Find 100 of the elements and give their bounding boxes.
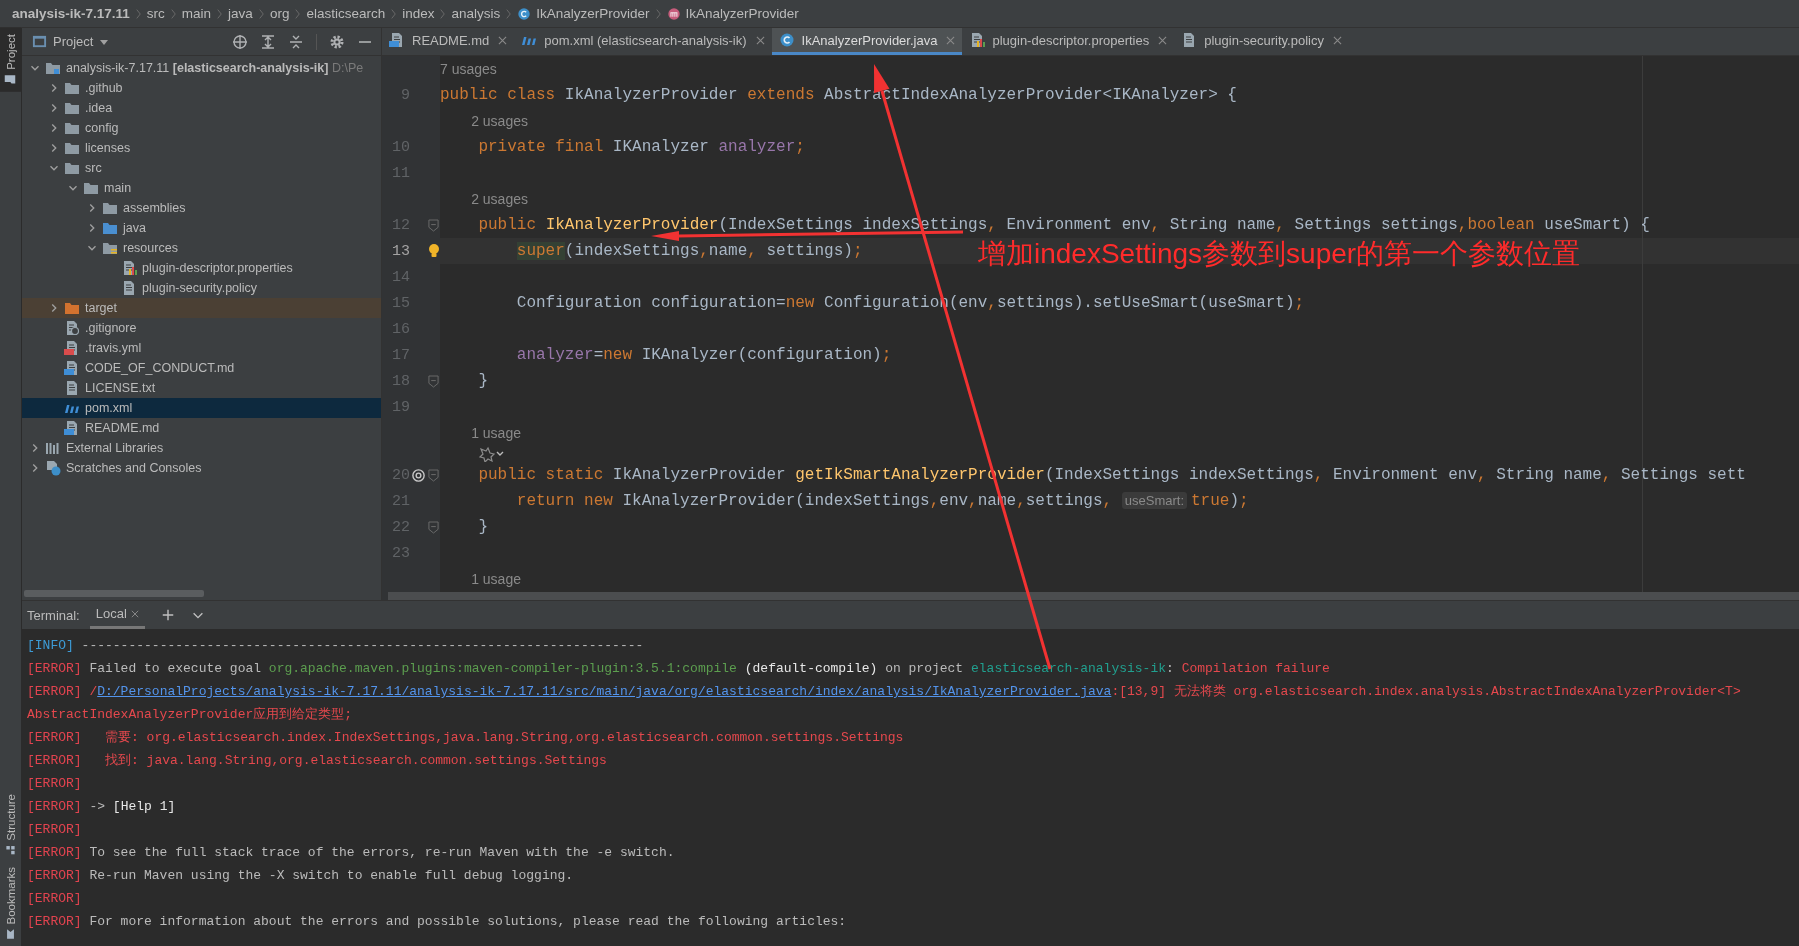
tree-item[interactable]: main [22, 178, 381, 198]
editor-tab[interactable]: plugin-security.policy [1174, 28, 1349, 55]
tree-item[interactable]: CODE_OF_CONDUCT.md [22, 358, 381, 378]
code-line: } [477, 518, 488, 536]
close-icon[interactable] [498, 35, 508, 45]
breadcrumb-item[interactable]: IkAnalyzerProvider [536, 6, 650, 21]
terminal-line: [ERROR] For more information about the errors and possible solutions, please read the following articles: [27, 913, 848, 931]
terminal-line: [ERROR] 需要: org.elasticsearch.index.IndexSettings,java.lang.String,org.elasticsearch.common.settings.Settings [27, 729, 905, 747]
terminal-line: [ERROR] To see the full stack trace of the errors, re-run Maven with the -e switch. [27, 844, 676, 862]
collapse-all-icon[interactable] [288, 33, 304, 50]
fold-icon[interactable] [428, 374, 439, 388]
editor-tab[interactable]: README.md [382, 28, 515, 55]
scrollbar-thumb[interactable] [24, 590, 204, 597]
plus-icon[interactable] [160, 608, 175, 622]
folder-icon [102, 240, 118, 256]
breadcrumb-item[interactable]: index [402, 6, 435, 21]
tool-window-tab[interactable]: Bookmarks [0, 861, 21, 946]
tree-item[interactable]: licenses [22, 138, 381, 158]
breadcrumb-item[interactable]: IkAnalyzerProvider [685, 6, 799, 21]
file-icon [64, 420, 80, 436]
folder-icon [64, 100, 80, 116]
tree-item[interactable]: README.md [22, 418, 381, 438]
tool-icon [5, 844, 16, 856]
terminal-line: [ERROR] 找到: java.lang.String,org.elasticsearch.common.settings.Settings [27, 752, 608, 770]
scratch-file-icon [45, 460, 61, 476]
usage-hint[interactable]: 1 usage [440, 571, 521, 587]
folder-icon [64, 80, 80, 96]
tree-item[interactable]: .travis.yml [22, 338, 381, 358]
crosshair-icon[interactable] [232, 33, 248, 50]
tree-item[interactable]: LICENSE.txt [22, 378, 381, 398]
class-icon [517, 6, 532, 21]
terminal-line: [INFO] ------------------------------------------------------------------------ [27, 637, 645, 655]
breadcrumb-item[interactable]: elasticsearch [306, 6, 386, 21]
tree-item[interactable]: External Libraries [22, 438, 381, 458]
parameter-hint: useSmart: [1121, 492, 1187, 509]
code-line: analyzer=new IKAnalyzer(configuration); [515, 346, 892, 364]
lightbulb-icon[interactable] [427, 243, 440, 259]
tree-item[interactable]: plugin-security.policy [22, 278, 381, 298]
folder-icon [64, 140, 80, 156]
terminal-tab[interactable]: Local [89, 601, 145, 629]
close-icon[interactable] [130, 609, 139, 618]
breadcrumb-item[interactable]: analysis [451, 6, 501, 21]
class-icon [778, 32, 795, 48]
library-icon [45, 440, 61, 456]
close-icon[interactable] [1158, 35, 1168, 45]
editor-tab[interactable]: IkAnalyzerProvider.java [771, 28, 963, 55]
close-icon[interactable] [946, 35, 956, 45]
file-icon [121, 280, 137, 296]
tool-window-tab[interactable]: Project [0, 28, 21, 92]
expand-all-icon[interactable] [260, 33, 276, 50]
folder-icon [83, 180, 99, 196]
tree-item[interactable]: Scratches and Consoles [22, 458, 381, 478]
tree-item[interactable]: analysis-ik-7.17.11 [elasticsearch-analysis-ik] D:\Pe [22, 58, 381, 78]
usage-hint[interactable]: 2 usages [440, 113, 528, 129]
close-icon[interactable] [1332, 35, 1342, 45]
settings-icon[interactable] [329, 33, 345, 50]
tree-item[interactable]: java [22, 218, 381, 238]
terminal-line: AbstractIndexAnalyzerProvider应用到给定类型; [27, 706, 354, 724]
tree-item[interactable]: target [22, 298, 381, 318]
usage-hint[interactable]: 2 usages [440, 191, 528, 207]
breadcrumb-item[interactable]: src [146, 6, 165, 21]
tree-item[interactable]: .idea [22, 98, 381, 118]
breadcrumb-item[interactable]: java [228, 6, 253, 21]
tree-item[interactable]: resources [22, 238, 381, 258]
close-icon[interactable] [755, 35, 765, 45]
file-icon [389, 32, 405, 48]
terminal-line: [ERROR] [27, 890, 83, 908]
folder-icon [64, 160, 80, 176]
fold-icon[interactable] [428, 520, 439, 534]
tree-item[interactable]: config [22, 118, 381, 138]
editor-tab[interactable]: pom.xml (elasticsearch-analysis-ik) [514, 28, 772, 55]
usage-hint[interactable]: 7 usages [440, 61, 497, 77]
terminal-line: [ERROR] -> [Help 1] [27, 798, 177, 816]
project-icon [32, 34, 47, 49]
tree-item[interactable]: .gitignore [22, 318, 381, 338]
tree-item[interactable]: pom.xml [22, 398, 381, 418]
breadcrumb-item[interactable]: org [269, 6, 290, 21]
file-link[interactable]: D:/PersonalProjects/analysis-ik-7.17.11/analysis-ik-7.17.11/src/main/java/org/elasticsearch/index/analysis/IkAnalyzerProvider.java [97, 684, 1112, 699]
tree-item[interactable]: assemblies [22, 198, 381, 218]
file-icon [64, 320, 80, 336]
fold-icon[interactable] [428, 218, 439, 232]
tree-item[interactable]: .github [22, 78, 381, 98]
terminal-line: [ERROR] [27, 775, 83, 793]
editor-tab[interactable]: plugin-descriptor.properties [962, 28, 1175, 55]
scrollbar-thumb[interactable] [388, 592, 1799, 600]
usage-hint[interactable]: 1 usage [440, 425, 521, 441]
tool-window-tab[interactable]: Structure [0, 787, 21, 862]
terminal-line: [ERROR] /D:/PersonalProjects/analysis-ik-7.17.11/analysis-ik-7.17.11/src/main/java/org/elasticsearch/index/analysis/IkAnalyzerProvider.java:[13,9] 无法将类 org.elasticsearch.index.analysis.AbstractIndexAnalyzerProvider<T> [27, 683, 1742, 701]
folder-icon [4, 73, 17, 86]
gutter-marker-icon[interactable] [411, 467, 426, 483]
terminal-line: [ERROR] Re-run Maven using the -X switch to enable full debug logging. [27, 867, 575, 885]
code-line: } [477, 372, 488, 390]
tree-item[interactable]: src [22, 158, 381, 178]
code-line: private final IKAnalyzer analyzer; [477, 138, 805, 156]
breadcrumb-item[interactable]: analysis-ik-7.17.11 [12, 6, 130, 21]
tree-item[interactable]: plugin-descriptor.properties [22, 258, 381, 278]
line-number: 13 [391, 242, 410, 260]
panel-title[interactable]: Project [53, 34, 94, 49]
breadcrumb-item[interactable]: main [181, 6, 212, 21]
terminal-line: [ERROR] Failed to execute goal org.apache.maven.plugins:maven-compiler-plugin:3.5.1:compile (default-compile) on project elasticsearch-analysis-ik: Compilation failure [27, 660, 1331, 678]
